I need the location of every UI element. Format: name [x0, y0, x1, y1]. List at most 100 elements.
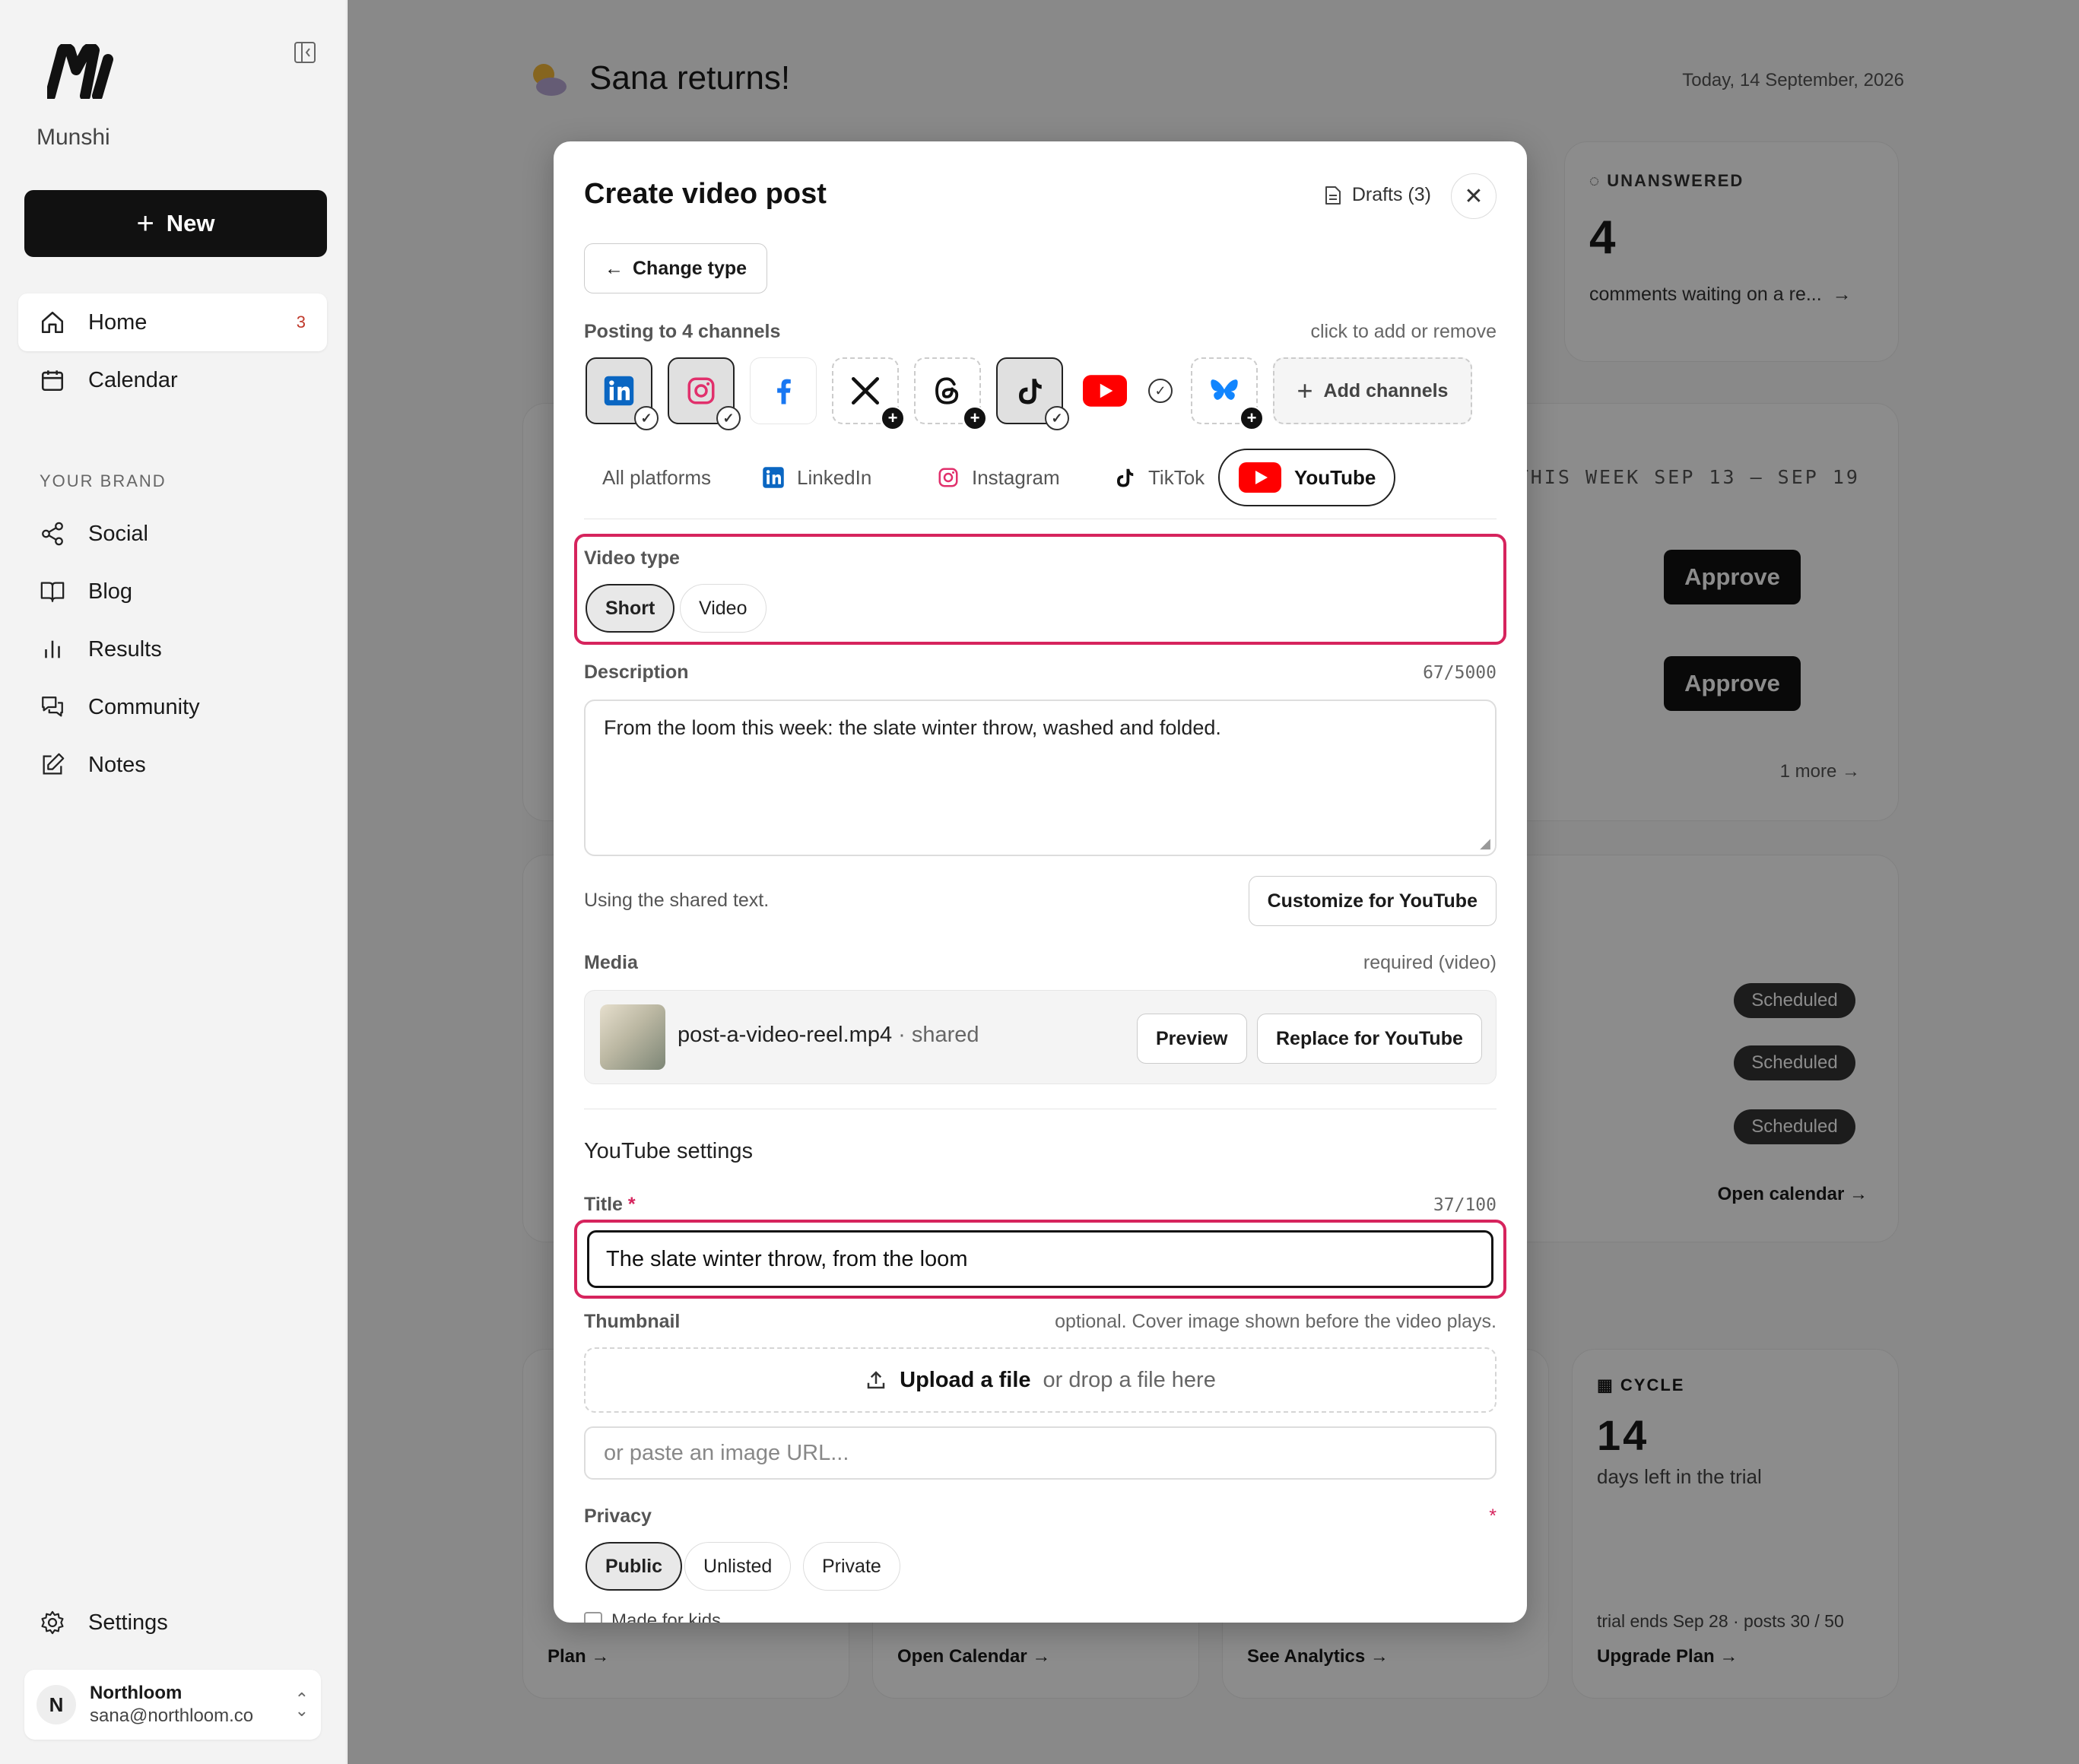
sidebar-item-social[interactable]: Social — [18, 505, 327, 563]
share-icon — [42, 522, 63, 546]
privacy-unlisted-option[interactable]: Unlisted — [684, 1542, 792, 1591]
account-name: Northloom — [90, 1683, 183, 1703]
linkedin-icon — [763, 467, 784, 488]
required-marker: * — [1489, 1505, 1497, 1527]
drafts-label: Drafts (3) — [1351, 184, 1431, 205]
title-value: The slate winter throw, from the loom — [606, 1246, 968, 1271]
change-type-button[interactable]: ← Change type — [584, 243, 768, 293]
privacy-label: Privacy — [584, 1505, 652, 1527]
youtube-icon — [1083, 375, 1127, 407]
tab-instagram[interactable]: Instagram — [919, 449, 1078, 506]
create-video-post-dialog: Create video post Drafts (3) ✕ ← Change … — [554, 141, 1527, 1623]
account-switcher[interactable]: N Northloom sana@northloom.co ⌃ ⌄ — [24, 1670, 321, 1740]
sidebar-item-notes[interactable]: Notes — [18, 736, 327, 794]
title-label: Title * — [584, 1194, 636, 1215]
tiktok-icon — [1117, 468, 1134, 487]
sidebar: Munshi + New Home 3 Calendar YOUR BRAND … — [0, 0, 347, 1764]
sidebar-item-blog[interactable]: Blog — [18, 563, 327, 620]
channel-bluesky[interactable]: + — [1191, 357, 1264, 430]
tab-youtube[interactable]: YouTube — [1218, 449, 1396, 506]
brand-logo[interactable] — [45, 43, 117, 103]
sidebar-item-label: Community — [88, 694, 200, 719]
tab-tiktok[interactable]: TikTok — [1095, 449, 1223, 506]
x-icon — [851, 376, 880, 405]
document-icon — [1325, 186, 1341, 205]
made-for-kids-label: Made for kids — [611, 1610, 722, 1623]
replace-for-youtube-button[interactable]: Replace for YouTube — [1257, 1014, 1482, 1064]
description-textarea[interactable]: From the loom this week: the slate winte… — [584, 700, 1497, 856]
privacy-private-option[interactable]: Private — [803, 1542, 900, 1591]
drafts-button[interactable]: Drafts (3) — [1325, 184, 1431, 206]
channel-facebook[interactable] — [750, 357, 817, 424]
sidebar-item-label: Settings — [88, 1610, 168, 1635]
title-counter: 37/100 — [1433, 1195, 1497, 1215]
privacy-public-option[interactable]: Public — [586, 1542, 683, 1591]
resize-handle-icon[interactable]: ◢ — [1480, 836, 1490, 852]
home-icon — [41, 311, 64, 334]
sidebar-item-label: Blog — [88, 579, 133, 604]
media-hint: required (video) — [1363, 952, 1497, 973]
media-shared-tag: · shared — [892, 1023, 979, 1047]
channel-tiktok[interactable]: ✓ — [996, 357, 1069, 430]
sidebar-item-home[interactable]: Home 3 — [18, 293, 327, 351]
shared-text-note: Using the shared text. — [584, 890, 770, 911]
add-channels-label: Add channels — [1323, 379, 1449, 401]
sidebar-item-label: Home — [88, 309, 148, 335]
add-channels-button[interactable]: + Add channels — [1273, 357, 1472, 424]
selected-check-icon: ✓ — [634, 406, 659, 430]
channel-instagram[interactable]: ✓ — [668, 357, 741, 430]
tab-label: TikTok — [1148, 465, 1205, 489]
channel-threads[interactable]: + — [914, 357, 987, 430]
channel-x[interactable]: + — [832, 357, 905, 430]
add-channel-icon: + — [881, 406, 905, 430]
close-button[interactable]: ✕ — [1451, 173, 1497, 219]
preview-button[interactable]: Preview — [1137, 1014, 1247, 1064]
tiktok-icon — [1019, 379, 1042, 405]
selected-check-icon: ✓ — [716, 406, 741, 430]
posting-label: Posting to 4 channels — [584, 321, 781, 342]
channel-linkedin[interactable]: ✓ — [586, 357, 659, 430]
thumbnail-upload-dropzone[interactable]: Upload a file or drop a file here — [584, 1347, 1497, 1413]
customize-for-youtube-button[interactable]: Customize for YouTube — [1248, 876, 1497, 926]
made-for-kids-checkbox[interactable]: Made for kids — [584, 1610, 721, 1623]
add-channel-icon: + — [963, 406, 987, 430]
plus-icon: + — [1297, 375, 1313, 406]
sidebar-item-label: Calendar — [88, 367, 178, 392]
sidebar-item-community[interactable]: Community — [18, 678, 327, 736]
tab-label: LinkedIn — [797, 465, 872, 489]
description-counter: 67/5000 — [1423, 663, 1497, 683]
channel-youtube[interactable] — [1078, 357, 1132, 424]
tab-linkedin[interactable]: LinkedIn — [744, 449, 890, 506]
sidebar-item-label: Social — [88, 521, 148, 546]
change-type-label: Change type — [633, 257, 747, 279]
checkbox-icon — [584, 1612, 602, 1623]
description-value: From the loom this week: the slate winte… — [604, 716, 1221, 739]
linkedin-icon — [604, 376, 634, 406]
collapse-sidebar-icon[interactable] — [294, 41, 316, 64]
selected-check-icon: ✓ — [1045, 406, 1069, 430]
sidebar-item-settings[interactable]: Settings — [18, 1594, 327, 1651]
title-input[interactable]: The slate winter throw, from the loom — [587, 1230, 1493, 1288]
book-icon — [40, 582, 65, 602]
arrow-left-icon: ← — [605, 257, 624, 279]
thumbnail-hint: optional. Cover image shown before the v… — [1055, 1311, 1497, 1332]
bar-chart-icon — [45, 640, 60, 658]
instagram-icon — [687, 377, 715, 405]
media-filename: post-a-video-reel.mp4 · shared — [678, 1023, 979, 1047]
sidebar-item-calendar[interactable]: Calendar — [18, 351, 327, 409]
chevron-up-down-icon: ⌃ ⌄ — [294, 1689, 309, 1720]
dialog-title: Create video post — [584, 178, 827, 210]
sidebar-item-label: Notes — [88, 752, 146, 777]
sidebar-item-results[interactable]: Results — [18, 620, 327, 678]
tab-label: All platforms — [602, 465, 712, 489]
tab-all-platforms[interactable]: All platforms — [584, 449, 729, 506]
media-label: Media — [584, 952, 638, 973]
description-label: Description — [584, 662, 689, 683]
new-button[interactable]: + New — [24, 190, 327, 257]
video-type-video-option[interactable]: Video — [680, 584, 767, 633]
upload-icon — [867, 1371, 885, 1389]
video-type-short-option[interactable]: Short — [586, 584, 675, 633]
youtube-icon — [1239, 462, 1281, 493]
bluesky-icon — [1211, 379, 1238, 400]
thumbnail-url-input[interactable]: or paste an image URL... — [584, 1426, 1497, 1480]
